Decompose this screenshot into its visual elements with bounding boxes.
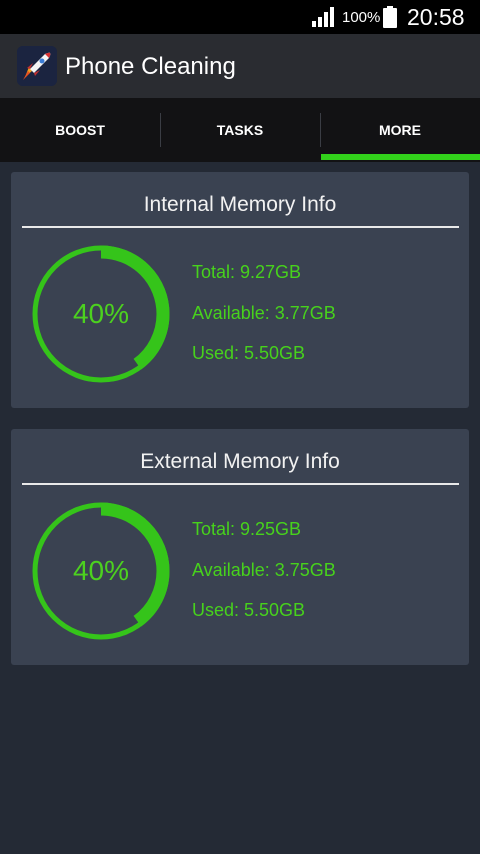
card-divider: [22, 483, 459, 485]
selected-tab-indicator: [321, 154, 480, 160]
tab-more-label: MORE: [379, 122, 421, 138]
battery-icon: [383, 6, 397, 28]
tab-boost-label: BOOST: [55, 122, 105, 138]
external-total: Total: 9.25GB: [192, 519, 302, 539]
tab-more[interactable]: MORE: [320, 98, 480, 162]
tab-boost[interactable]: BOOST: [0, 98, 160, 162]
internal-available: Available: 3.77GB: [192, 303, 336, 323]
status-bar: 100% 20:58: [0, 0, 480, 34]
tab-tasks-label: TASKS: [216, 122, 264, 138]
external-used: Used: 5.50GB: [192, 600, 306, 620]
battery-percent: 100%: [342, 9, 381, 26]
app-bar: Phone Cleaning: [0, 34, 480, 98]
external-memory-card: External Memory Info 40% Total: 9.25GB A…: [11, 429, 469, 665]
rocket-icon[interactable]: [17, 46, 57, 86]
card-divider: [22, 226, 459, 228]
external-available: Available: 3.75GB: [192, 560, 336, 580]
internal-memory-percent: 40%: [72, 298, 130, 329]
internal-memory-title: Internal Memory Info: [143, 193, 337, 216]
internal-total: Total: 9.27GB: [192, 262, 302, 282]
external-memory-title: External Memory Info: [140, 450, 340, 473]
clock: 20:58: [407, 4, 465, 30]
tab-bar: BOOST TASKS MORE: [0, 98, 480, 162]
internal-memory-card: Internal Memory Info 40% Total: 9.27GB A…: [11, 172, 469, 408]
signal-icon: [312, 7, 334, 27]
internal-used: Used: 5.50GB: [192, 343, 306, 363]
tab-tasks[interactable]: TASKS: [160, 98, 320, 162]
app-title: Phone Cleaning: [65, 53, 236, 80]
external-memory-percent: 40%: [72, 555, 130, 586]
